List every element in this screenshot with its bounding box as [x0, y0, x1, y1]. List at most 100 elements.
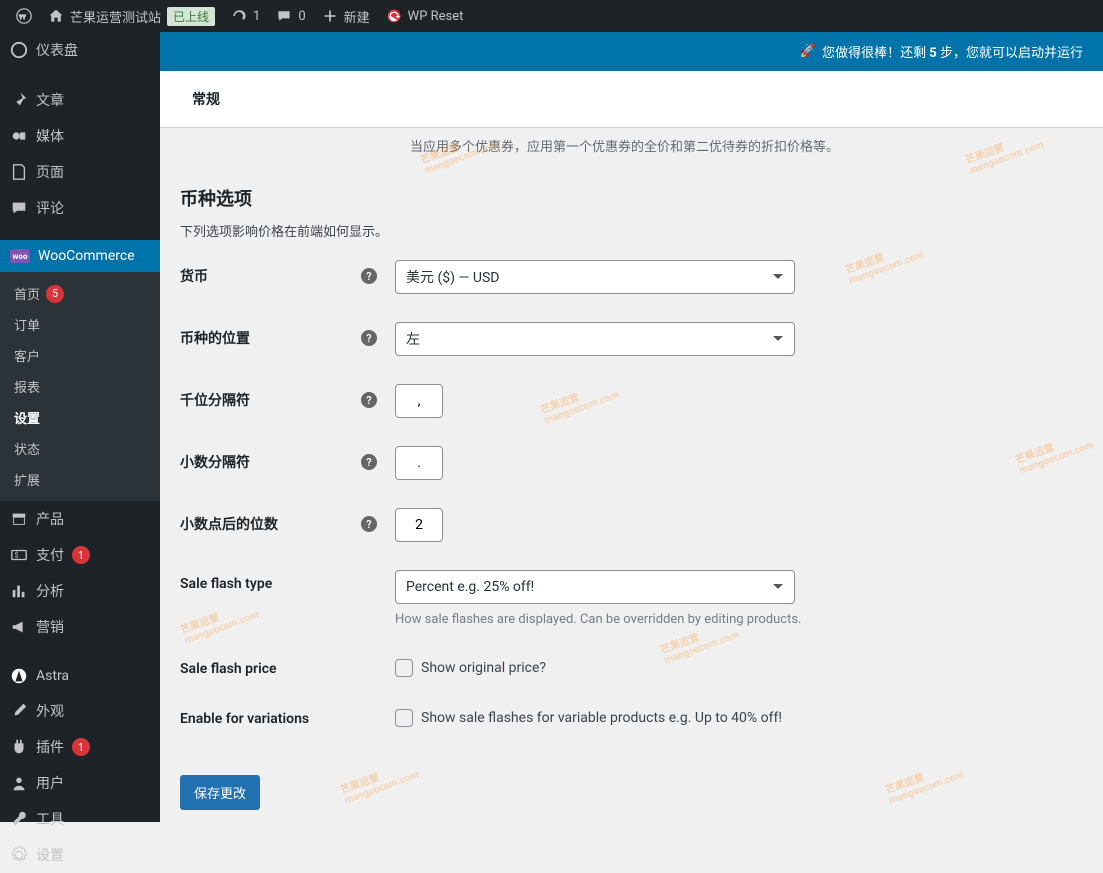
settings-tabs: 常规	[160, 71, 1103, 128]
help-icon[interactable]: ?	[361, 392, 377, 408]
wp-reset-label: WP Reset	[408, 9, 464, 24]
checkbox-label: Show original price?	[421, 660, 546, 676]
sidebar-item-posts[interactable]: 文章	[0, 82, 160, 118]
dashboard-icon	[10, 41, 28, 59]
sidebar-item-label: 评论	[36, 198, 64, 218]
save-button[interactable]: 保存更改	[180, 775, 260, 810]
sidebar-item-payments[interactable]: $ 支付 1	[0, 537, 160, 573]
submenu-orders[interactable]: 订单	[0, 309, 160, 340]
help-icon[interactable]: ?	[361, 516, 377, 532]
sidebar-item-label: 工具	[36, 809, 64, 829]
banner-text: 您做得很棒！还剩 5 步，您就可以启动并运行	[822, 42, 1083, 61]
plugins-badge: 1	[72, 738, 90, 756]
sidebar-item-label: 仪表盘	[36, 40, 78, 60]
media-icon	[10, 127, 28, 145]
sale-flash-price-checkbox[interactable]	[395, 659, 413, 677]
currency-label: 货币	[180, 266, 208, 286]
sidebar-item-marketing[interactable]: 营销	[0, 609, 160, 645]
tab-general[interactable]: 常规	[180, 71, 232, 127]
sidebar-item-label: 设置	[36, 845, 64, 865]
sidebar-item-comments[interactable]: 评论	[0, 190, 160, 226]
currency-select[interactable]: 美元 ($) — USD	[395, 260, 795, 294]
thousand-sep-input[interactable]	[395, 384, 443, 418]
sidebar-item-plugins[interactable]: 插件 1	[0, 729, 160, 765]
sidebar-item-label: 用户	[36, 773, 64, 793]
sidebar-item-astra[interactable]: Astra	[0, 659, 160, 693]
sidebar-item-pages[interactable]: 页面	[0, 154, 160, 190]
comment-icon	[10, 199, 28, 217]
sidebar-item-tools[interactable]: 工具	[0, 801, 160, 837]
checkbox-label: Show sale flashes for variable products …	[421, 710, 782, 726]
archive-icon	[10, 510, 28, 528]
pin-icon	[10, 91, 28, 109]
currency-position-select[interactable]: 左	[395, 322, 795, 356]
submenu-status[interactable]: 状态	[0, 433, 160, 464]
sidebar-item-users[interactable]: 用户	[0, 765, 160, 801]
sidebar-item-label: 媒体	[36, 126, 64, 146]
currency-options-desc: 下列选项影响价格在前端如何显示。	[180, 221, 1083, 240]
submenu-reports[interactable]: 报表	[0, 371, 160, 402]
sidebar-item-label: 文章	[36, 90, 64, 110]
settings-form: 芒果运营mangoecom.com 芒果运营mangoecom.com 芒果运营…	[160, 128, 1103, 822]
sidebar-item-label: 页面	[36, 162, 64, 182]
sale-flash-price-row[interactable]: Show original price?	[395, 655, 1083, 677]
comment-count: 0	[298, 9, 305, 24]
currency-position-label: 币种的位置	[180, 328, 250, 348]
svg-text:$: $	[15, 551, 19, 560]
sidebar-item-label: 插件	[36, 737, 64, 757]
new-content-link[interactable]: 新建	[314, 0, 378, 32]
page-icon	[10, 163, 28, 181]
payments-badge: 1	[72, 546, 90, 564]
plus-icon	[322, 8, 338, 24]
updates-link[interactable]: 1	[223, 0, 268, 32]
refresh-icon	[231, 8, 247, 24]
sidebar-item-label: 支付	[36, 545, 64, 565]
reset-icon	[386, 8, 402, 24]
sidebar-item-dashboard[interactable]: 仪表盘	[0, 32, 160, 68]
enable-variations-row[interactable]: Show sale flashes for variable products …	[395, 705, 1083, 727]
sidebar-item-label: WooCommerce	[38, 248, 135, 264]
num-decimals-input[interactable]	[395, 508, 443, 542]
currency-options-heading: 币种选项	[180, 185, 1083, 211]
home-badge: 5	[46, 285, 64, 303]
decimal-sep-label: 小数分隔符	[180, 452, 250, 472]
user-icon	[10, 774, 28, 792]
sidebar-item-label: 外观	[36, 701, 64, 721]
megaphone-icon	[10, 618, 28, 636]
thousand-sep-label: 千位分隔符	[180, 390, 250, 410]
sidebar-item-media[interactable]: 媒体	[0, 118, 160, 154]
help-icon[interactable]: ?	[361, 330, 377, 346]
submenu-customers[interactable]: 客户	[0, 340, 160, 371]
sidebar-item-analytics[interactable]: 分析	[0, 573, 160, 609]
wordpress-icon	[16, 8, 32, 24]
submenu-home[interactable]: 首页5	[0, 278, 160, 309]
comments-link[interactable]: 0	[268, 0, 313, 32]
enable-variations-checkbox[interactable]	[395, 709, 413, 727]
new-label: 新建	[344, 7, 370, 26]
site-name: 芒果运营测试站	[70, 7, 161, 26]
sidebar-item-appearance[interactable]: 外观	[0, 693, 160, 729]
sale-flash-type-select[interactable]: Percent e.g. 25% off!	[395, 570, 795, 604]
woocommerce-submenu: 首页5 订单 客户 报表 设置 状态 扩展	[0, 272, 160, 501]
sidebar-item-settings-bottom[interactable]: 设置	[0, 837, 160, 873]
sidebar-item-products[interactable]: 产品	[0, 501, 160, 537]
content-area: 🚀 您做得很棒！还剩 5 步，您就可以启动并运行 常规 芒果运营mangoeco…	[160, 32, 1103, 822]
coupon-hint: 当应用多个优惠券，应用第一个优惠券的全价和第二优待券的折扣价格等。	[410, 136, 1083, 155]
comment-icon	[276, 8, 292, 24]
sale-flash-price-label: Sale flash price	[180, 661, 277, 677]
wp-logo[interactable]	[8, 0, 40, 32]
submenu-extensions[interactable]: 扩展	[0, 464, 160, 495]
wp-reset-link[interactable]: WP Reset	[378, 0, 472, 32]
site-home-link[interactable]: 芒果运营测试站 已上线	[40, 0, 223, 32]
help-icon[interactable]: ?	[361, 268, 377, 284]
decimal-sep-input[interactable]	[395, 446, 443, 480]
setup-banner: 🚀 您做得很棒！还剩 5 步，您就可以启动并运行	[160, 32, 1103, 71]
sidebar-item-label: 产品	[36, 509, 64, 529]
update-count: 1	[253, 9, 260, 24]
home-icon	[48, 8, 64, 24]
help-icon[interactable]: ?	[361, 454, 377, 470]
sidebar-item-woocommerce[interactable]: woo WooCommerce	[0, 240, 160, 272]
plugin-icon	[10, 738, 28, 756]
submenu-settings[interactable]: 设置	[0, 402, 160, 433]
num-decimals-label: 小数点后的位数	[180, 514, 278, 534]
